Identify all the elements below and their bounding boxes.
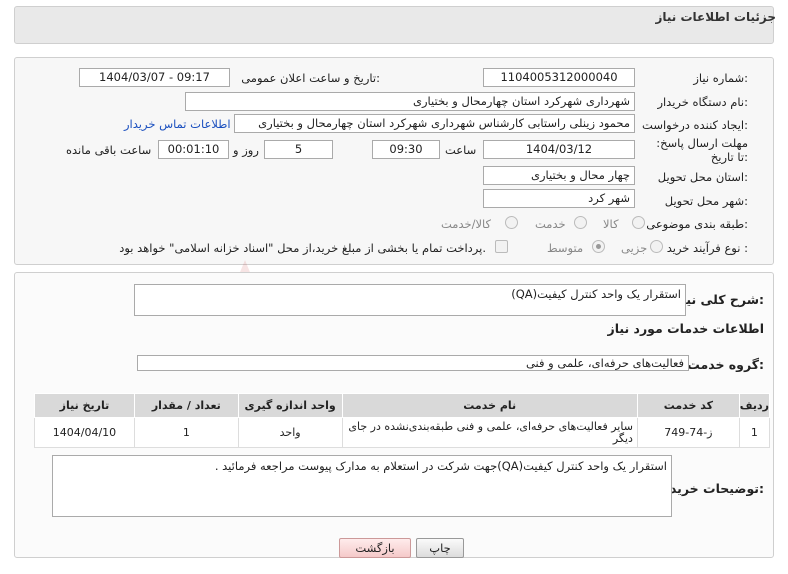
cell-service-name: سایر فعالیت‌های حرفه‌ای، علمی و فنی طبقه… <box>341 417 638 448</box>
payment-note: پرداخت تمام یا بخشی از مبلغ خرید،از محل … <box>119 241 486 255</box>
announce-label: تاریخ و ساعت اعلان عمومی: <box>241 71 380 85</box>
city-field[interactable]: شهر کرد <box>483 189 635 208</box>
table-header-row: ردیف کد خدمت نام خدمت واحد اندازه گیری ت… <box>34 393 771 418</box>
process-label: نوع فرآیند خرید : <box>666 241 748 255</box>
category-goods-label: کالا <box>603 217 619 231</box>
col-row-header: ردیف <box>738 393 771 418</box>
page-title: جزئیات اطلاعات نیاز <box>655 10 776 24</box>
back-button[interactable]: بازگشت <box>339 538 411 558</box>
days-label: روز و <box>233 143 259 157</box>
creator-label: ایجاد کننده درخواست: <box>642 118 748 132</box>
cell-row-number: 1 <box>738 417 771 448</box>
category-label: طبقه بندی موضوعی: <box>646 217 748 231</box>
col-unit-header: واحد اندازه گیری <box>237 393 343 418</box>
summary-field[interactable]: استقرار یک واحد کنترل کیفیت(QA) <box>134 284 686 316</box>
cell-need-date: 1404/04/10 <box>34 417 135 448</box>
deadline-label: مهلت ارسال پاسخ: تا تاریخ: <box>656 136 748 164</box>
buyer-notes-field[interactable]: استقرار یک واحد کنترل کیفیت(QA)جهت شرکت … <box>52 455 672 517</box>
remaining-time-field[interactable]: 00:01:10 <box>158 140 229 159</box>
time-label: ساعت <box>445 143 477 157</box>
buyer-org-field[interactable]: شهرداری شهرکرد استان چهارمحال و بختیاری <box>185 92 635 111</box>
cell-service-code: ز-74-749 <box>636 417 740 448</box>
process-medium-radio[interactable] <box>592 240 605 253</box>
category-service-label: خدمت <box>535 217 566 231</box>
cell-quantity: 1 <box>133 417 239 448</box>
category-goods-service-label: کالا/خدمت <box>441 217 492 231</box>
buyer-org-label: نام دستگاه خریدار: <box>657 95 748 109</box>
category-goods-radio[interactable] <box>632 216 645 229</box>
col-code-header: کد خدمت <box>636 393 740 418</box>
table-row: 1 ز-74-749 سایر فعالیت‌های حرفه‌ای، علمی… <box>34 417 771 448</box>
contact-info-link[interactable]: اطلاعات تماس خریدار <box>124 117 231 131</box>
deadline-time-field[interactable]: 09:30 <box>372 140 440 159</box>
process-minor-label: جزیی <box>621 241 648 255</box>
creator-field[interactable]: محمود زینلی راستابی کارشناس شهرداری شهرک… <box>234 114 635 133</box>
col-qty-header: تعداد / مقدار <box>133 393 239 418</box>
process-medium-label: متوسط <box>547 241 584 255</box>
process-minor-radio[interactable] <box>650 240 663 253</box>
city-label: شهر محل تحویل: <box>664 194 748 208</box>
category-service-radio[interactable] <box>574 216 587 229</box>
summary-label: شرح کلی نیاز: <box>674 292 765 307</box>
province-field[interactable]: چهار محال و بختیاری <box>483 166 635 185</box>
services-table: ردیف کد خدمت نام خدمت واحد اندازه گیری ت… <box>34 393 771 448</box>
province-label: استان محل تحویل: <box>657 170 748 184</box>
service-group-field[interactable]: فعالیت‌های حرفه‌ای، علمی و فنی <box>137 355 689 371</box>
need-number-label: شماره نیاز: <box>693 71 748 85</box>
announce-field[interactable]: 1404/03/07 - 09:17 <box>79 68 230 87</box>
need-number-field[interactable]: 1104005312000040 <box>483 68 635 87</box>
print-button[interactable]: چاپ <box>416 538 464 558</box>
service-group-label: گروه خدمت: <box>687 357 764 372</box>
cell-unit: واحد <box>237 417 343 448</box>
services-title: اطلاعات خدمات مورد نیاز <box>607 321 765 336</box>
col-date-header: تاریخ نیاز <box>34 393 135 418</box>
col-name-header: نام خدمت <box>341 393 638 418</box>
deadline-date-field[interactable]: 1404/03/12 <box>483 140 635 159</box>
treasury-checkbox[interactable] <box>495 240 508 253</box>
category-goods-service-radio[interactable] <box>505 216 518 229</box>
days-field[interactable]: 5 <box>264 140 333 159</box>
remaining-label: ساعت باقی مانده <box>66 143 152 157</box>
buyer-notes-label: توضیحات خریدار: <box>658 481 764 496</box>
